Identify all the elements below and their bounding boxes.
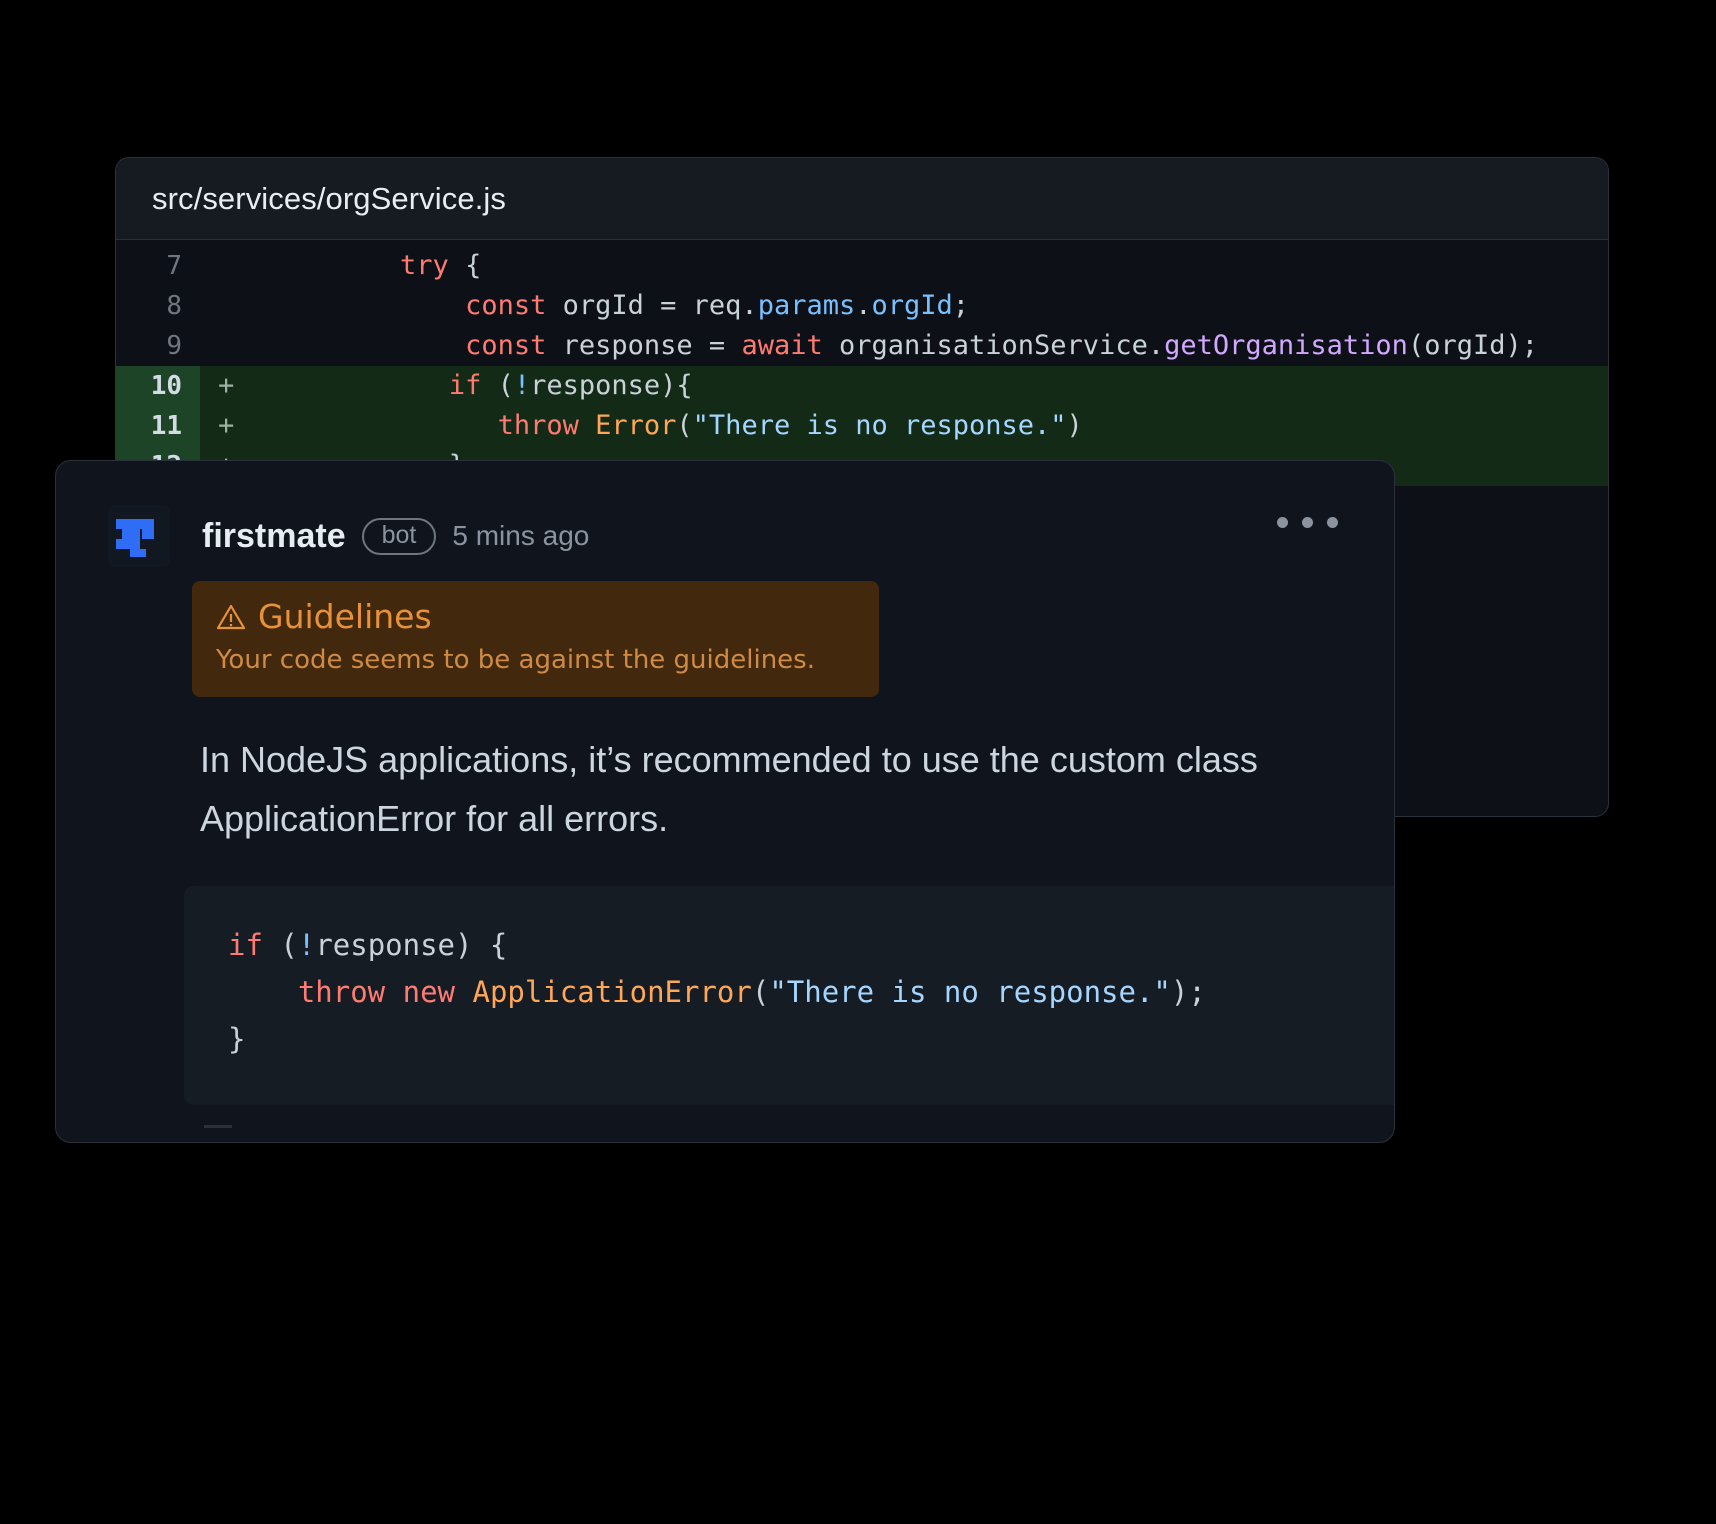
diff-file-header: src/services/orgService.js (116, 158, 1608, 240)
diff-line-marker (200, 246, 270, 286)
comment-body-text: In NodeJS applications, it’s recommended… (200, 739, 1258, 839)
diff-line-code: const response = await organisationServi… (465, 330, 1538, 361)
diff-line: 11 + throw Error("There is no response.") (116, 406, 1608, 446)
diff-line-number: 9 (166, 331, 182, 361)
guidelines-callout-subtitle: Your code seems to be against the guidel… (216, 645, 815, 676)
diff-line: 9 const response = await organisationSer… (116, 326, 1608, 366)
comment-timestamp: 5 mins ago (452, 520, 590, 551)
diff-line-number: 11 (116, 406, 200, 446)
suggested-code-line: } (228, 1021, 246, 1056)
diff-line: 8 const orgId = req.params.orgId; (116, 286, 1608, 326)
diff-line: 7 try { (116, 246, 1608, 286)
warning-triangle-icon (216, 605, 246, 630)
bot-comment-card: firstmate bot 5 mins ago Guidelines Your… (55, 460, 1395, 1143)
diff-body: 7 try {8 const orgId = req.params.orgId;… (116, 240, 1608, 486)
suggested-code-line: throw new ApplicationError("There is no … (297, 974, 1206, 1009)
diff-line-code: throw Error("There is no response.") (497, 410, 1083, 441)
comment-meta: firstmate bot 5 mins ago (202, 517, 589, 556)
avatar (108, 505, 170, 567)
suggested-code-line: if (!response) { (228, 927, 508, 962)
more-options-button[interactable] (1277, 517, 1338, 528)
diff-line-marker: + (218, 410, 235, 441)
diff-line-code: try { (400, 250, 482, 281)
kebab-dot (1327, 517, 1338, 528)
diff-line-marker (200, 326, 270, 366)
guidelines-callout-title: Guidelines (216, 597, 855, 636)
bot-badge: bot (361, 517, 437, 555)
kebab-dot (1302, 517, 1313, 528)
suggested-code-block: if (!response) { throw new ApplicationEr… (184, 885, 1394, 1105)
diff-line-number: 7 (166, 251, 182, 281)
diff-line-number: 8 (166, 291, 182, 321)
diff-line-marker: + (218, 370, 235, 401)
file-path-label: src/services/orgService.js (152, 180, 507, 216)
diff-line-marker (200, 286, 270, 326)
comment-footer-divider (204, 1124, 232, 1128)
diff-line-code: const orgId = req.params.orgId; (465, 290, 970, 321)
diff-line-number: 10 (116, 366, 200, 406)
screen-root: src/services/orgService.js 7 try {8 cons… (0, 0, 1716, 1524)
diff-line-code: if (!response){ (448, 370, 693, 401)
diff-line: 10 + if (!response){ (116, 366, 1608, 406)
firstmate-logo-icon (116, 519, 154, 557)
comment-header: firstmate bot 5 mins ago (56, 461, 1394, 573)
comment-author[interactable]: firstmate (202, 517, 346, 556)
guidelines-callout: Guidelines Your code seems to be against… (192, 581, 879, 698)
guidelines-title-text: Guidelines (258, 597, 432, 636)
kebab-dot (1277, 517, 1288, 528)
